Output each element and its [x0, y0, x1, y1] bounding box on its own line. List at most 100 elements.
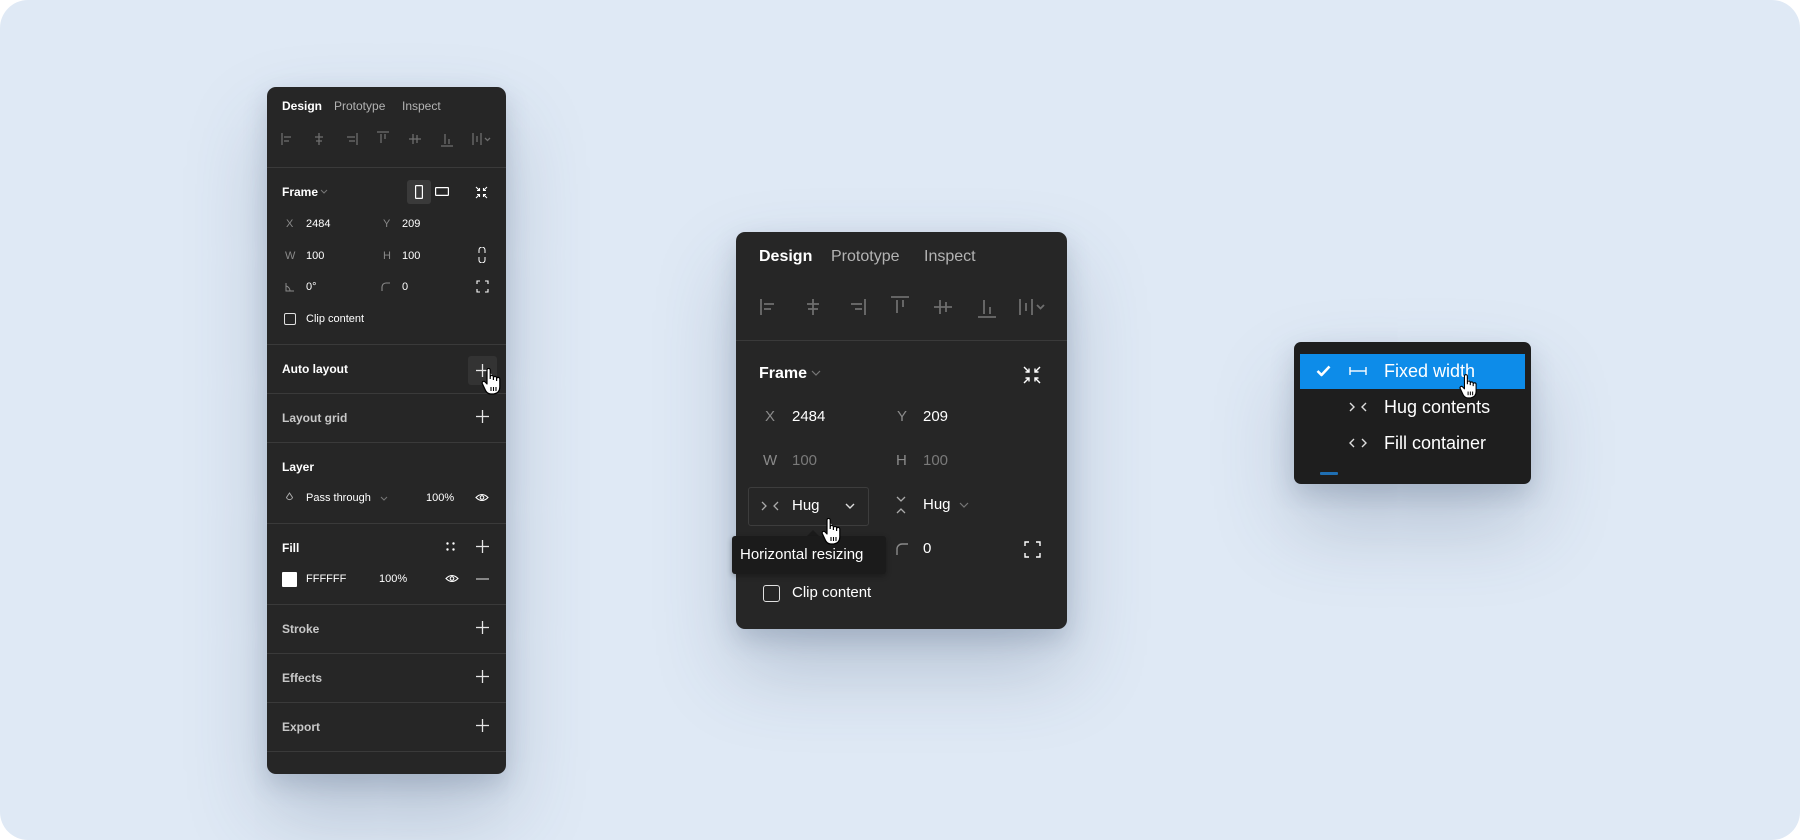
menu-item-fixed-width[interactable]: Fixed width [1300, 354, 1525, 389]
divider [267, 702, 506, 703]
w-input[interactable]: 100 [306, 250, 324, 262]
hug-vertical-icon [896, 496, 906, 514]
alignment-toolbar [760, 296, 1050, 318]
hand-cursor-icon [481, 368, 501, 395]
align-horizontal-center-icon[interactable] [312, 131, 326, 147]
divider [267, 653, 506, 654]
menu-item-fill-container[interactable]: Fill container [1300, 426, 1525, 461]
menu-item-hug-contents[interactable]: Hug contents [1300, 390, 1525, 425]
constrain-proportions-icon[interactable] [478, 247, 486, 263]
add-layout-grid-plus-icon[interactable] [476, 410, 489, 423]
h-input-disabled: 100 [923, 452, 949, 469]
layer-opacity-input[interactable]: 100% [426, 492, 454, 504]
chevron-down-icon[interactable] [380, 496, 388, 502]
design-panel-zoomed: Design Prototype Inspect Frame X 2484 Y … [732, 232, 1067, 629]
x-input[interactable]: 2484 [306, 218, 330, 230]
y-label: Y [897, 408, 908, 425]
vertical-resizing-dropdown[interactable]: Hug [923, 496, 951, 513]
align-vertical-center-icon[interactable] [933, 296, 953, 318]
align-top-icon[interactable] [890, 296, 910, 318]
effects-title: Effects [282, 671, 323, 685]
hand-cursor-icon [821, 518, 841, 545]
hand-cursor-icon [1459, 374, 1477, 399]
divider [267, 167, 506, 168]
tab-design[interactable]: Design [759, 248, 812, 266]
styles-grid-icon[interactable] [446, 542, 455, 551]
chevron-down-icon[interactable] [959, 502, 969, 509]
x-input[interactable]: 2484 [792, 408, 825, 425]
alignment-toolbar [281, 131, 493, 147]
add-stroke-plus-icon[interactable] [476, 621, 489, 634]
divider [267, 344, 506, 345]
corner-radius-input[interactable]: 0 [402, 281, 408, 293]
align-horizontal-center-icon[interactable] [803, 296, 823, 318]
portrait-orientation-button[interactable] [407, 180, 431, 204]
layout-grid-title: Layout grid [282, 411, 348, 425]
resize-to-fit-icon[interactable] [475, 186, 488, 199]
blend-mode-select[interactable]: Pass through [306, 492, 371, 504]
tab-inspect[interactable]: Inspect [924, 248, 976, 266]
add-fill-plus-icon[interactable] [476, 540, 489, 553]
y-input[interactable]: 209 [402, 218, 420, 230]
distribute-icon[interactable] [472, 131, 494, 147]
h-label: H [896, 452, 907, 469]
add-export-plus-icon[interactable] [476, 719, 489, 732]
align-right-icon[interactable] [847, 296, 867, 318]
chevron-down-icon[interactable] [320, 189, 328, 195]
align-bottom-icon[interactable] [977, 296, 997, 318]
align-left-icon[interactable] [281, 131, 295, 147]
corner-radius-icon [896, 543, 908, 555]
h-input[interactable]: 100 [402, 250, 420, 262]
tab-inspect[interactable]: Inspect [402, 99, 441, 113]
align-bottom-icon[interactable] [440, 131, 454, 147]
y-input[interactable]: 209 [923, 408, 948, 425]
eye-icon[interactable] [445, 574, 459, 583]
chevron-down-icon[interactable] [811, 370, 821, 377]
rotation-input[interactable]: 0° [306, 281, 317, 293]
divider [267, 523, 506, 524]
tab-design[interactable]: Design [282, 99, 322, 113]
corner-radius-icon [381, 282, 390, 291]
independent-corners-icon[interactable] [476, 280, 489, 293]
align-left-icon[interactable] [760, 296, 780, 318]
hug-contents-icon [1349, 402, 1367, 412]
distribute-icon[interactable] [1019, 296, 1049, 318]
y-label: Y [383, 218, 391, 230]
frame-title[interactable]: Frame [282, 185, 318, 199]
export-title: Export [282, 720, 321, 734]
resize-to-fit-icon[interactable] [1023, 366, 1041, 384]
divider [267, 751, 506, 752]
align-vertical-center-icon[interactable] [408, 131, 422, 147]
corner-radius-input[interactable]: 0 [923, 540, 931, 557]
landscape-icon[interactable] [435, 187, 449, 197]
divider [267, 393, 506, 394]
remove-fill-minus-icon[interactable] [476, 578, 489, 580]
stroke-title: Stroke [282, 622, 320, 636]
tab-prototype[interactable]: Prototype [334, 99, 385, 113]
divider [736, 340, 1067, 341]
fill-color-swatch[interactable] [282, 572, 297, 587]
clip-content-checkbox[interactable] [763, 585, 780, 602]
hug-horizontal-icon [761, 501, 779, 511]
fill-hex-input[interactable]: FFFFFF [306, 573, 346, 585]
horizontal-resizing-dropdown[interactable]: Hug [748, 487, 869, 526]
blend-mode-drop-icon [285, 492, 294, 501]
chevron-down-icon [845, 503, 855, 509]
divider [267, 442, 506, 443]
eye-icon[interactable] [475, 493, 489, 502]
divider [267, 604, 506, 605]
independent-corners-icon[interactable] [1024, 541, 1041, 558]
align-top-icon[interactable] [376, 131, 390, 147]
fill-opacity-input[interactable]: 100% [379, 573, 407, 585]
add-effect-plus-icon[interactable] [476, 670, 489, 683]
portrait-icon [415, 185, 423, 199]
clip-content-label: Clip content [792, 584, 872, 601]
h-label: H [383, 250, 391, 262]
underlying-ui-hint [1320, 472, 1338, 475]
tab-prototype[interactable]: Prototype [831, 248, 899, 266]
frame-title[interactable]: Frame [759, 365, 807, 383]
clip-content-checkbox[interactable] [284, 313, 296, 325]
w-label: W [763, 452, 778, 469]
align-right-icon[interactable] [344, 131, 358, 147]
auto-layout-title: Auto layout [282, 362, 348, 376]
